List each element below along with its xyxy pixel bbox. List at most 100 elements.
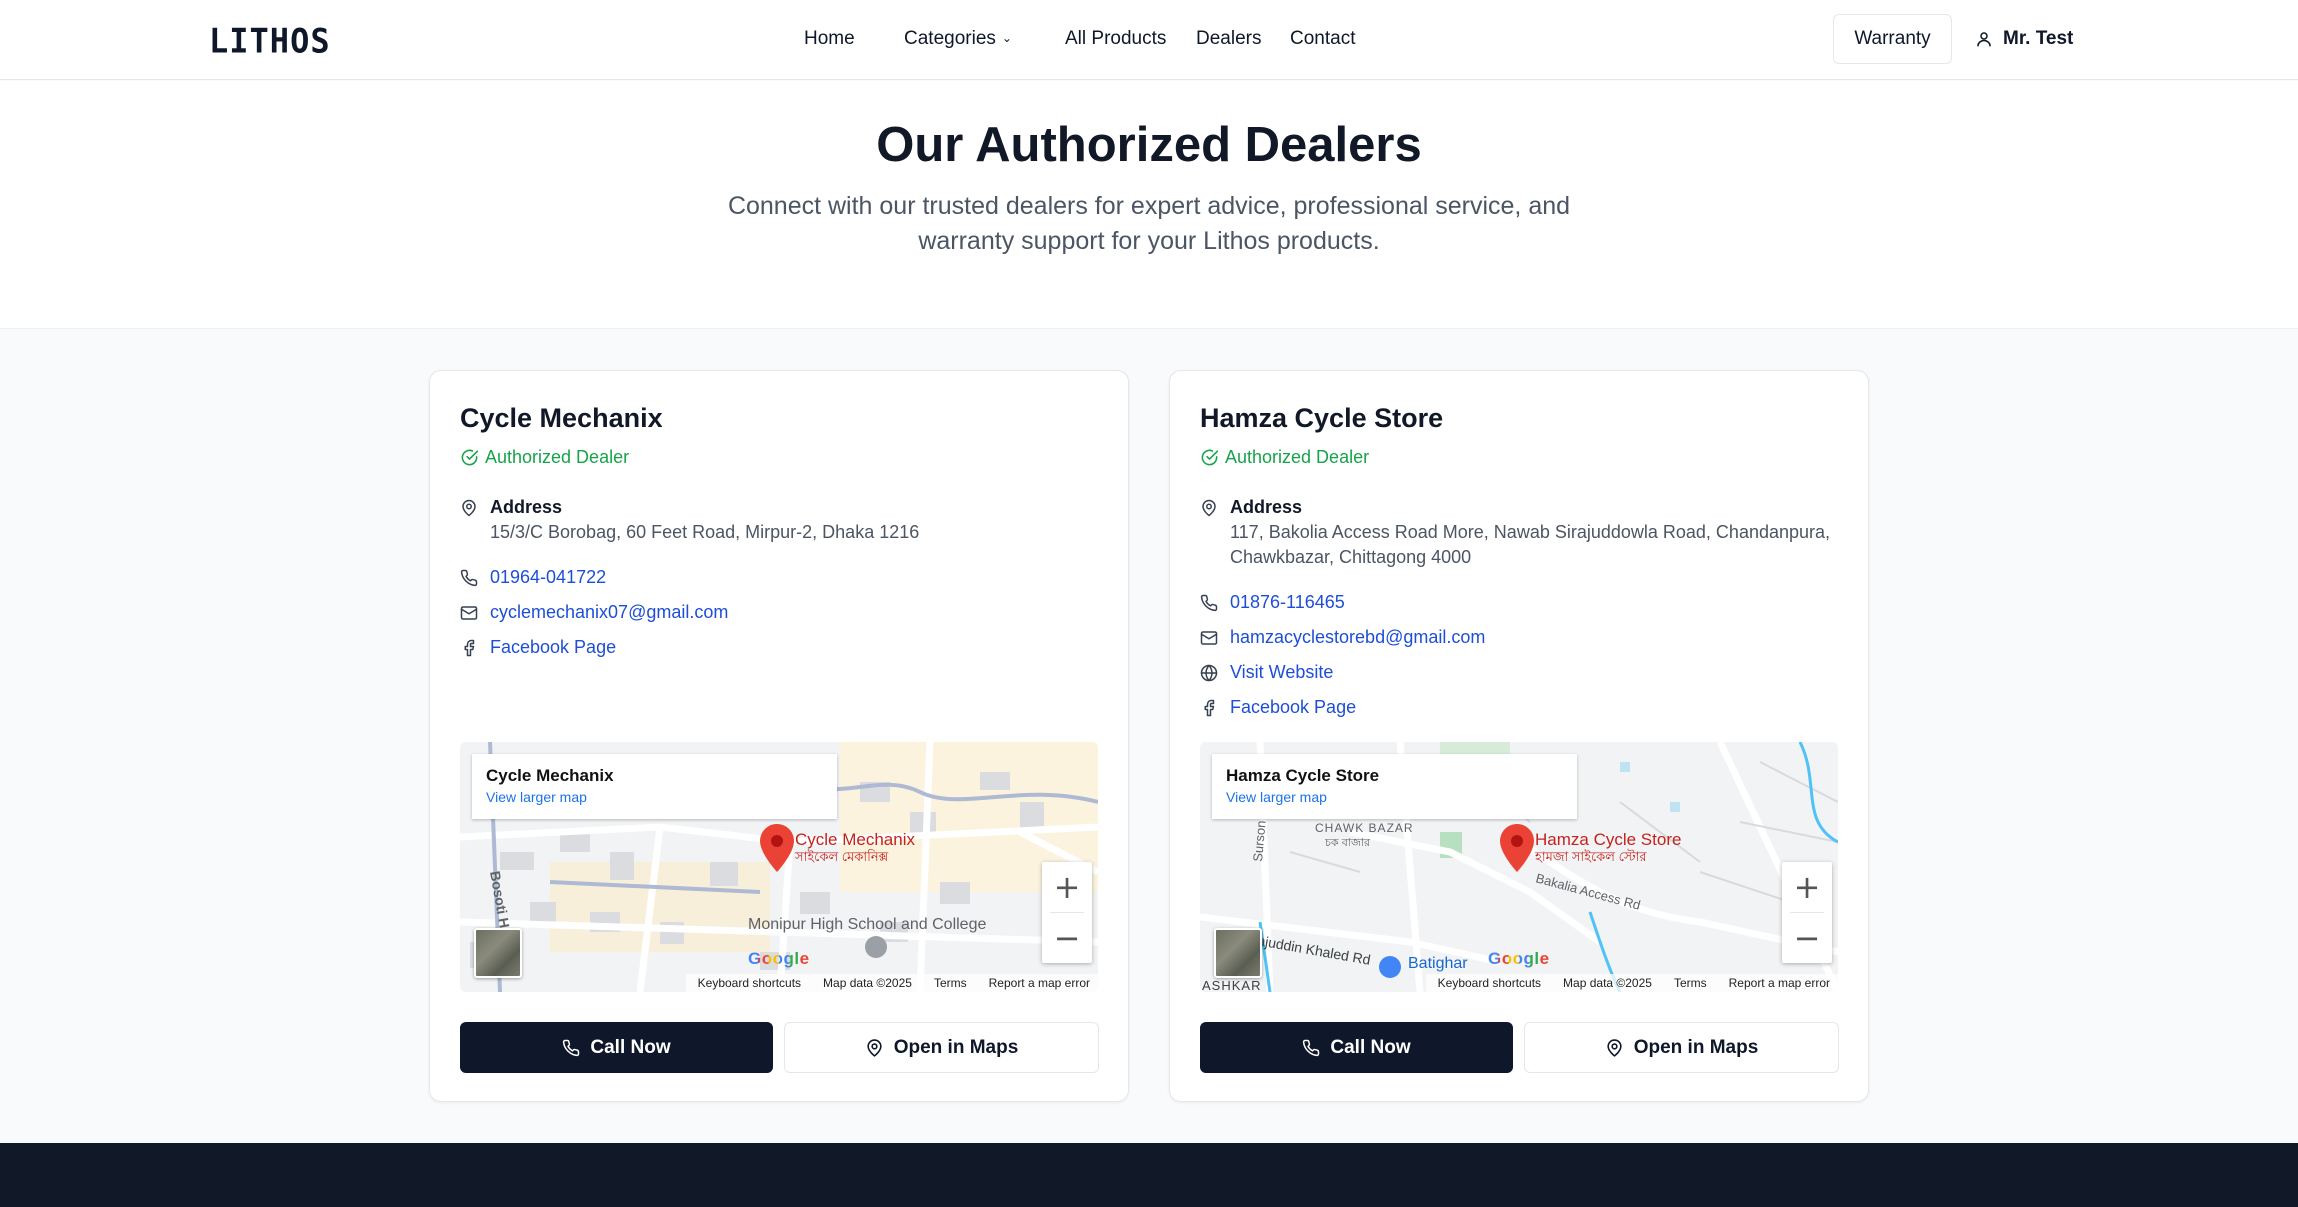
user-name: Mr. Test (2003, 28, 2074, 49)
open-in-maps-label: Open in Maps (893, 1036, 1019, 1058)
phone-icon (563, 1039, 580, 1056)
site-footer (0, 1143, 2298, 1207)
map-data-text: Map data ©2025 (1563, 976, 1652, 990)
email-row: cyclemechanix07@gmail.com (460, 602, 728, 623)
call-now-button[interactable]: Call Now (1200, 1022, 1513, 1073)
phone-icon (1200, 593, 1218, 613)
map-info-box: Cycle Mechanix View larger map (472, 754, 837, 819)
warranty-button[interactable]: Warranty (1833, 14, 1952, 64)
authorized-badge: Authorized Dealer (460, 447, 629, 468)
poi-label: Batighar (1408, 955, 1468, 972)
report-map-error-link[interactable]: Report a map error (989, 976, 1090, 990)
map-pin-icon (867, 1038, 882, 1057)
poi-label: Monipur High School and College (748, 916, 986, 933)
map-pin-marker[interactable] (760, 824, 794, 872)
report-map-error-link[interactable]: Report a map error (1729, 976, 1830, 990)
road-label-4: ASHKAR (1202, 978, 1261, 992)
map-info-box: Hamza Cycle Store View larger map (1212, 754, 1577, 819)
google-logo: Google (748, 949, 810, 969)
address-text: 15/3/C Borobag, 60 Feet Road, Mirpur-2, … (490, 522, 920, 542)
google-logo-text: Google (748, 949, 810, 968)
authorized-badge-label: Authorized Dealer (485, 447, 630, 467)
view-larger-map-link[interactable]: View larger map (1226, 789, 1563, 805)
dealer-name: Hamza Cycle Store (1200, 403, 1444, 433)
map-pin-label-bn: হামজা সাইকেল স্টোর (1535, 849, 1647, 864)
open-in-maps-button[interactable]: Open in Maps (784, 1022, 1099, 1073)
map-zoom-controls: + − (1782, 862, 1832, 963)
keyboard-shortcuts-link[interactable]: Keyboard shortcuts (698, 976, 801, 990)
map-pin-icon (1200, 498, 1218, 518)
area-label-bn: চক বাজার (1324, 837, 1371, 849)
address-label: Address (1230, 497, 1303, 517)
nav-home[interactable]: Home (804, 28, 855, 50)
nav-contact[interactable]: Contact (1290, 28, 1355, 50)
dealer-name: Cycle Mechanix (460, 403, 663, 433)
map-place-name: Hamza Cycle Store (1226, 766, 1380, 785)
facebook-link[interactable]: Facebook Page (1230, 697, 1356, 718)
facebook-link[interactable]: Facebook Page (490, 637, 616, 658)
address-row: Address 15/3/C Borobag, 60 Feet Road, Mi… (460, 497, 919, 545)
phone-link[interactable]: 01876-116465 (1230, 592, 1345, 613)
map-attribution: Keyboard shortcuts Map data ©2025 Terms … (1425, 974, 1838, 992)
mail-icon (1200, 628, 1218, 648)
map-pin-label-bn: সাইকেল মেকানিক্স (795, 849, 889, 864)
user-menu[interactable]: Mr. Test (1975, 28, 2073, 50)
website-row: Visit Website (1200, 662, 1333, 683)
phone-link[interactable]: 01964-041722 (490, 567, 606, 588)
site-header: LITHOS Home Categories ⌄ All Products Dea… (0, 0, 2298, 80)
nav-categories-label: Categories (904, 28, 996, 49)
map-pin-marker[interactable] (1500, 824, 1534, 872)
facebook-icon (460, 638, 478, 658)
satellite-toggle[interactable] (1214, 928, 1262, 978)
map-attribution: Keyboard shortcuts Map data ©2025 Terms … (685, 974, 1098, 992)
dealer-map[interactable]: Bosoti Hou Monipur High School and Colle… (460, 742, 1098, 992)
zoom-out-icon[interactable]: − (1782, 913, 1832, 963)
facebook-icon (1200, 698, 1218, 718)
map-pin-label-en: Hamza Cycle Store (1535, 830, 1682, 849)
map-zoom-controls: + − (1042, 862, 1092, 963)
page-subtitle: Connect with our trusted dealers for exp… (727, 192, 1571, 255)
map-data-text: Map data ©2025 (823, 976, 912, 990)
zoom-in-icon[interactable]: + (1042, 862, 1092, 912)
email-link[interactable]: hamzacyclestorebd@gmail.com (1230, 627, 1485, 648)
terms-link[interactable]: Terms (934, 976, 967, 990)
nav-all-products[interactable]: All Products (1065, 28, 1166, 50)
address-row: Address 117, Bakolia Access Road More, N… (1200, 497, 1850, 570)
nav-dealers[interactable]: Dealers (1196, 28, 1261, 50)
lithos-logo[interactable]: LITHOS (209, 21, 331, 61)
phone-row: 01876-116465 (1200, 592, 1345, 613)
google-logo-text: Google (1488, 949, 1550, 968)
phone-icon (460, 568, 478, 588)
view-larger-map-link[interactable]: View larger map (486, 789, 823, 805)
map-place-name: Cycle Mechanix (486, 766, 614, 785)
map-pin-label: Cycle Mechanix সাইকেল মেকানিক্স (795, 830, 915, 865)
nav-categories[interactable]: Categories ⌄ (904, 28, 1012, 50)
chevron-down-icon: ⌄ (1001, 31, 1012, 45)
map-pin-icon (460, 498, 478, 518)
email-row: hamzacyclestorebd@gmail.com (1200, 627, 1485, 648)
hero-section: Our Authorized Dealers Connect with our … (0, 81, 2298, 329)
address-label: Address (490, 497, 563, 517)
user-icon (1977, 32, 1991, 47)
call-now-button[interactable]: Call Now (460, 1022, 773, 1073)
phone-icon (1303, 1039, 1320, 1056)
satellite-toggle[interactable] (474, 928, 522, 978)
dealer-card: Hamza Cycle Store Authorized Dealer Addr… (1169, 370, 1869, 1102)
page-title: Our Authorized Dealers (876, 118, 1422, 172)
zoom-out-icon[interactable]: − (1042, 913, 1092, 963)
mail-icon (460, 603, 478, 623)
dealer-map[interactable]: CHAWK BAZAR চক বাজার Bakalia Access Rd S… (1200, 742, 1838, 992)
authorized-badge-label: Authorized Dealer (1225, 447, 1370, 467)
terms-link[interactable]: Terms (1674, 976, 1707, 990)
call-now-label: Call Now (590, 1036, 671, 1058)
keyboard-shortcuts-link[interactable]: Keyboard shortcuts (1438, 976, 1541, 990)
email-link[interactable]: cyclemechanix07@gmail.com (490, 602, 728, 623)
zoom-in-icon[interactable]: + (1782, 862, 1832, 912)
facebook-row: Facebook Page (1200, 697, 1356, 718)
website-link[interactable]: Visit Website (1230, 662, 1333, 683)
open-in-maps-label: Open in Maps (1633, 1036, 1759, 1058)
open-in-maps-button[interactable]: Open in Maps (1524, 1022, 1839, 1073)
map-pin-label-en: Cycle Mechanix (795, 830, 915, 849)
dealer-card: Cycle Mechanix Authorized Dealer Address… (429, 370, 1129, 1102)
globe-icon (1200, 663, 1218, 683)
